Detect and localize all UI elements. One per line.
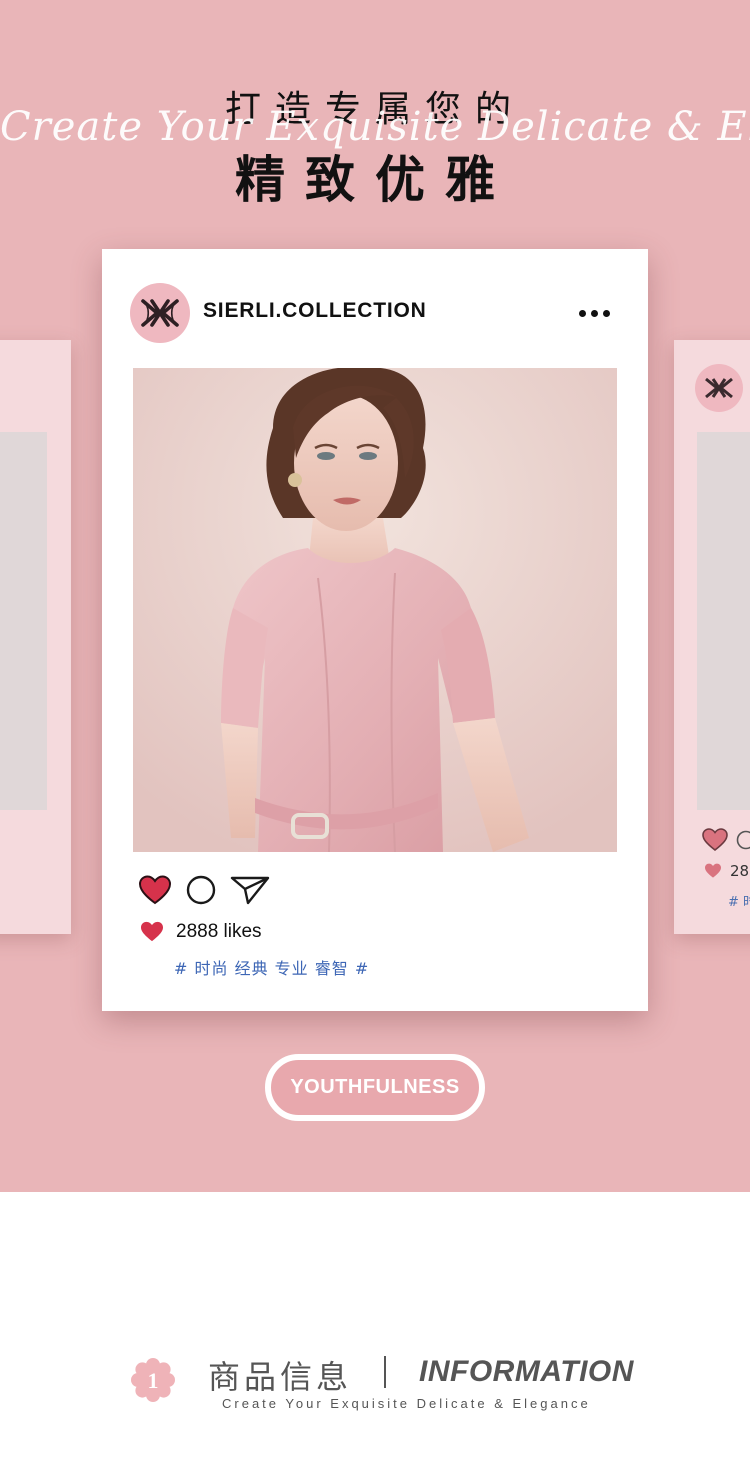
side-card-image-placeholder [697,432,750,810]
paper-plane-icon [230,876,270,905]
post-actions [138,875,270,905]
side-card-left [0,340,71,934]
side-card-likes: 28 [704,862,749,880]
side-card-image-placeholder [0,432,47,810]
heart-icon [702,828,728,852]
heart-icon [705,863,721,878]
info-section: 1 商品信息 INFORMATION Create Your Exquisite… [0,1192,750,1461]
flower-number-badge-icon: 1 [131,1358,175,1402]
heart-icon [141,921,163,942]
comment-button[interactable] [186,875,216,905]
post-hashtags[interactable]: # 时尚 经典 专业 睿智 # [174,955,369,979]
monogram-logo-icon [141,299,179,327]
post-username[interactable]: SIERLI.COLLECTION [203,299,427,323]
post-card: SIERLI.COLLECTION 2888 likes # 时尚 经典 专业 … [102,249,648,1011]
title-divider [384,1356,386,1388]
side-card-hashtags: # 时 [728,895,750,910]
info-subtitle: Create Your Exquisite Delicate & Eleganc… [222,1396,591,1411]
more-dots-icon [578,309,586,317]
side-card-avatar [695,364,743,412]
side-card-actions [702,828,750,852]
likes-row: 2888 likes [140,921,262,943]
heart-icon [138,875,172,905]
share-button[interactable] [230,875,270,905]
side-card-right: 28 # 时 [674,340,750,934]
model-photo-illustration [133,368,617,852]
more-options-button[interactable] [572,301,616,325]
comment-circle-icon [736,830,750,850]
more-dots-icon [590,309,598,317]
monogram-logo-icon [705,377,733,399]
badge-number: 1 [148,1368,159,1393]
headline-line-2: 精致优雅 [235,151,515,209]
youthfulness-button[interactable]: YOUTHFULNESS [265,1054,485,1121]
more-dots-icon [602,309,610,317]
avatar[interactable] [130,283,190,343]
comment-circle-icon [186,875,216,905]
side-card-likes-text: 28 [730,862,750,880]
post-photo [133,368,617,852]
info-title-en: INFORMATION [419,1355,634,1388]
likes-count[interactable]: 2888 likes [176,921,262,943]
hero-section: 打造专属您的 Create Your Exquisite Delicate & … [0,0,750,1192]
info-title-cn: 商品信息 [208,1358,353,1396]
like-button[interactable] [138,875,172,905]
